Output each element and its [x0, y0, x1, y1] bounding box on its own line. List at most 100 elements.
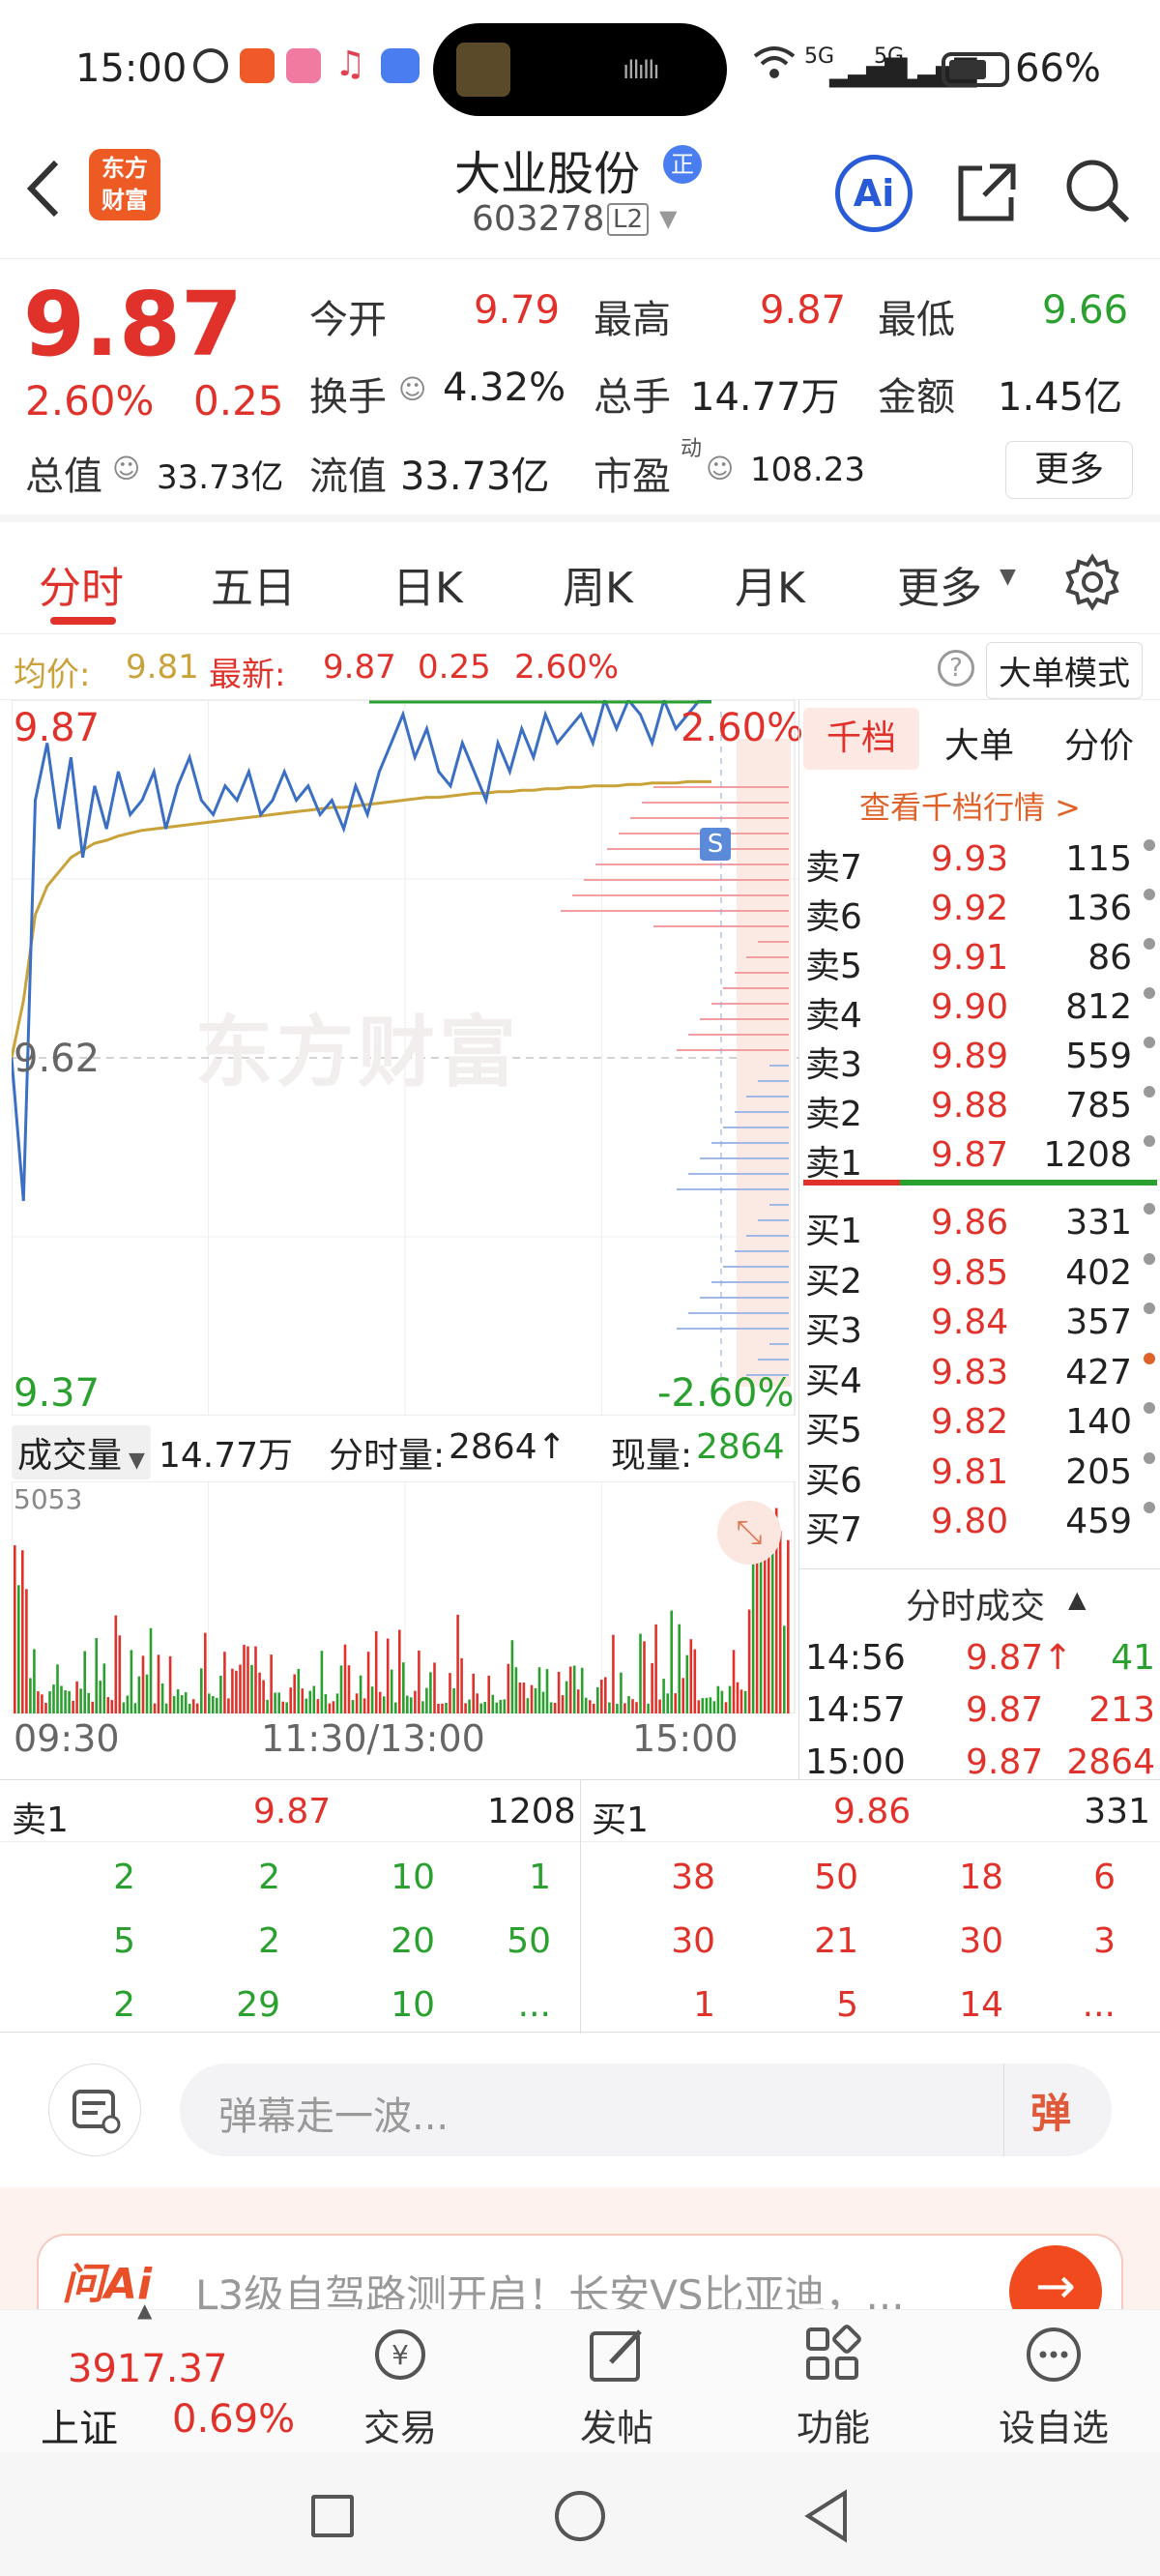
bid-row[interactable]: 买5 9.82 140: [799, 1396, 1160, 1450]
tab-weekly-k[interactable]: 周K: [563, 553, 633, 615]
search-icon[interactable]: [1063, 157, 1133, 230]
time-start: 09:30: [14, 1717, 120, 1760]
avg-value: 9.81: [126, 648, 199, 687]
y-axis-top: 9.87: [14, 706, 101, 750]
bid-price: 9.82: [931, 1402, 1009, 1442]
volume-label: 总手: [594, 375, 671, 420]
volume-bar: [421, 1701, 424, 1713]
tab-daily-k[interactable]: 日K: [392, 553, 463, 615]
volume-chart[interactable]: 5053 ⤡: [12, 1481, 798, 1713]
bid-price: 9.80: [931, 1502, 1009, 1541]
recent-apps-icon[interactable]: [311, 2495, 354, 2537]
volume-bar: [266, 1699, 269, 1713]
volume-bar: [386, 1638, 390, 1713]
big-order-mode-button[interactable]: 大单模式: [986, 642, 1143, 699]
expand-icon[interactable]: ⤡: [717, 1501, 781, 1565]
ask-row[interactable]: 卖4 9.90 812: [799, 981, 1160, 1036]
table-divider: [580, 1780, 581, 2034]
ask-row[interactable]: 卖2 9.88 785: [799, 1080, 1160, 1134]
volume-bar: [21, 1550, 24, 1713]
ask-price: 9.87: [931, 1135, 1009, 1175]
tab-big-orders[interactable]: 大单: [944, 717, 1014, 768]
volume-bar: [643, 1641, 646, 1713]
volume-bar: [406, 1695, 409, 1713]
bid-row[interactable]: 买6 9.81 205: [799, 1447, 1160, 1501]
nav-trade[interactable]: ¥ 交易: [333, 2320, 468, 2451]
volume-selector[interactable]: 成交量 ▼: [12, 1425, 151, 1479]
volume-bar: [674, 1693, 677, 1713]
bid-row[interactable]: 买3 9.84 357: [799, 1297, 1160, 1351]
home-icon[interactable]: [555, 2491, 605, 2541]
volume-bar: [728, 1685, 732, 1713]
chevron-up-icon-2[interactable]: ▲: [137, 2298, 152, 2322]
bid-row[interactable]: 买2 9.85 402: [799, 1247, 1160, 1302]
svg-text:¥: ¥: [392, 2339, 409, 2371]
ask-row[interactable]: 卖1 9.87 1208: [799, 1129, 1160, 1184]
tab-monthly-k[interactable]: 月K: [735, 553, 805, 615]
ai-news-banner[interactable]: 问Ai L3级自驾路测开启！长安VS比亚迪，... →: [0, 2187, 1160, 2309]
bid-label: 买3: [805, 1311, 862, 1351]
chevron-down-icon-2[interactable]: ▼: [1000, 565, 1016, 589]
tab-intraday[interactable]: 分时: [39, 553, 124, 615]
barrage-input[interactable]: 弹幕走一波... 弹: [180, 2064, 1112, 2156]
volume-bar: [507, 1663, 510, 1713]
ticks-title[interactable]: 分时成交: [906, 1578, 1045, 1628]
volume-bar: [685, 1654, 689, 1713]
index-value[interactable]: 3917.37: [68, 2347, 227, 2391]
volume-bar: [343, 1644, 347, 1713]
level-dot-icon: [1144, 889, 1155, 900]
back-nav-icon[interactable]: [798, 2487, 853, 2549]
barrage-toggle-icon[interactable]: [48, 2064, 141, 2156]
help-icon[interactable]: ?: [938, 650, 974, 687]
bid-row[interactable]: 买1 9.86 331: [799, 1197, 1160, 1251]
chevron-down-icon[interactable]: ▼: [659, 205, 677, 232]
ask-row[interactable]: 卖7 9.93 115: [799, 834, 1160, 888]
info-icon-3[interactable]: ☺: [706, 453, 734, 484]
info-icon[interactable]: ☺: [398, 373, 426, 405]
bid-row[interactable]: 买4 9.83 427: [799, 1347, 1160, 1401]
volume-bar: [110, 1700, 114, 1713]
nav-add-watchlist[interactable]: 设自选: [986, 2320, 1121, 2451]
tab-more[interactable]: 更多: [897, 553, 982, 615]
intraday-chart[interactable]: 9.87 9.62 9.37 2.60% -2.60% 东方财富 S: [12, 700, 803, 1416]
share-icon[interactable]: [953, 159, 1021, 230]
ask-queue-cell: 1: [529, 1858, 551, 1897]
nav-post[interactable]: 发帖: [549, 2320, 684, 2451]
view-levels-link[interactable]: 查看千档行情 >: [859, 783, 1081, 828]
volume-bar: [705, 1697, 709, 1713]
info-icon-2[interactable]: ☺: [112, 453, 140, 484]
nav-function[interactable]: 功能: [766, 2320, 901, 2451]
level-dot-icon: [1144, 1135, 1155, 1147]
ask-row[interactable]: 卖5 9.91 86: [799, 932, 1160, 986]
volume-bar: [670, 1610, 673, 1713]
barrage-send-button[interactable]: 弹: [1030, 2081, 1071, 2140]
index-pct[interactable]: 0.69%: [172, 2397, 295, 2442]
bid-row[interactable]: 买7 9.80 459: [799, 1496, 1160, 1550]
settings-gear-icon[interactable]: [1063, 553, 1121, 615]
tab-five-day[interactable]: 五日: [211, 553, 296, 615]
ask-row[interactable]: 卖6 9.92 136: [799, 883, 1160, 937]
volume-bar: [316, 1699, 320, 1713]
volume-bar: [246, 1646, 249, 1713]
volume-bar: [627, 1696, 630, 1713]
tab-thousand-levels[interactable]: 千档: [803, 708, 919, 770]
volume-bar: [608, 1702, 611, 1713]
volume-bar: [382, 1696, 386, 1713]
level-badge[interactable]: L2: [607, 203, 650, 236]
arrow-right-icon[interactable]: →: [1009, 2245, 1102, 2309]
index-name[interactable]: 上证: [41, 2397, 118, 2453]
volume-bar: [191, 1699, 195, 1713]
volume-bar: [445, 1703, 448, 1713]
chevron-up-icon[interactable]: ▲: [1068, 1586, 1086, 1613]
more-button[interactable]: 更多: [1005, 441, 1133, 499]
volume-bar: [541, 1691, 545, 1713]
change-amount: 0.25: [193, 377, 284, 424]
tab-price-dist[interactable]: 分价: [1064, 717, 1134, 768]
low-value: 9.66: [1042, 288, 1129, 333]
back-icon[interactable]: [19, 155, 68, 237]
bid-label: 买5: [805, 1411, 862, 1450]
volume-bar: [433, 1662, 436, 1713]
sell-marker-icon[interactable]: S: [700, 828, 731, 861]
ask-row[interactable]: 卖3 9.89 559: [799, 1031, 1160, 1085]
ai-icon[interactable]: Ai: [835, 155, 913, 232]
